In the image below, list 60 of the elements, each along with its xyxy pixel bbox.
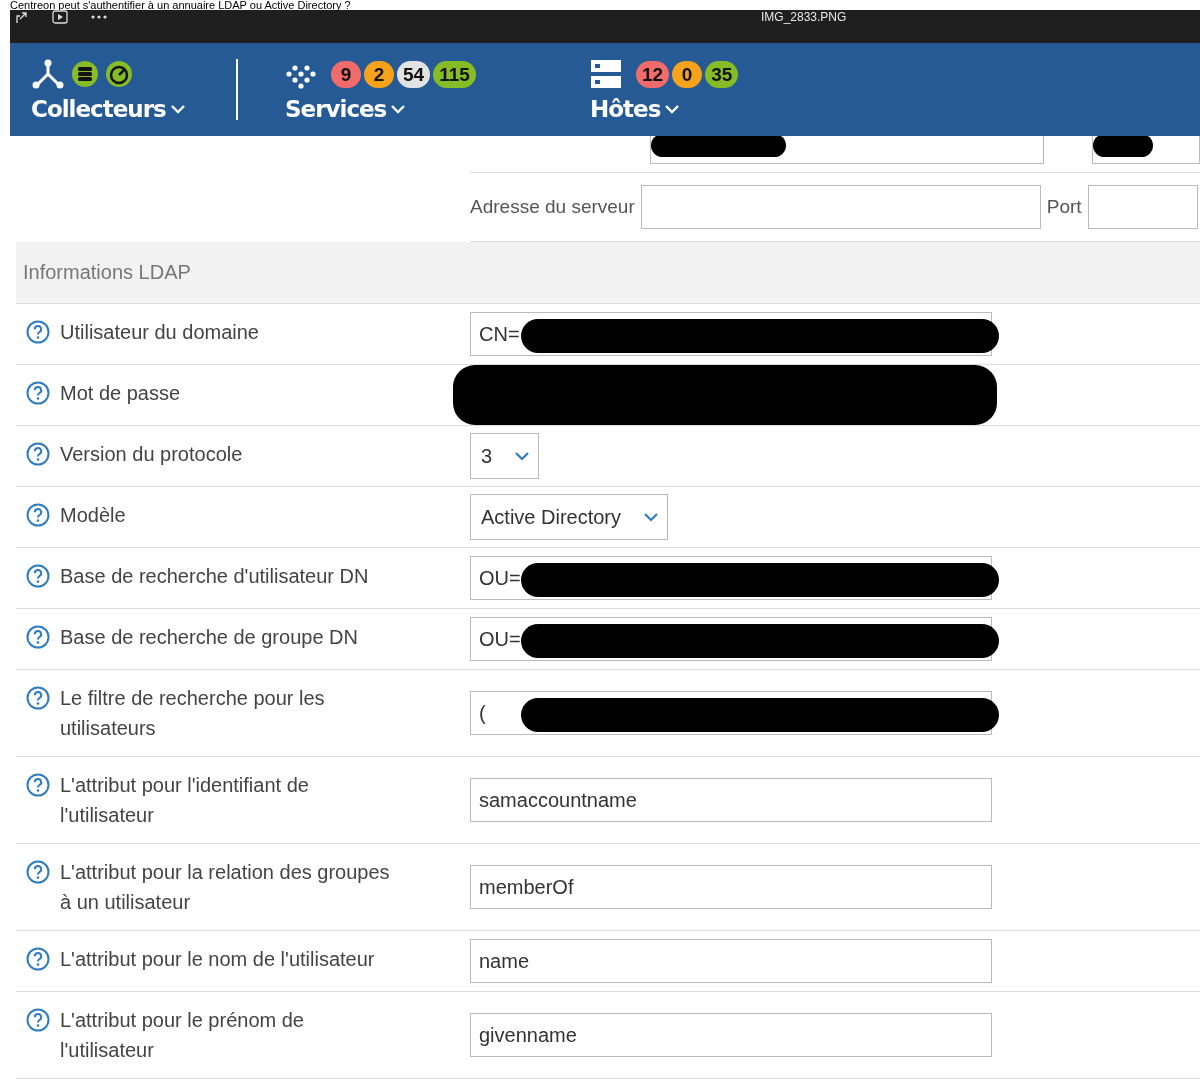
menu-dropdown[interactable]: Hôtes (590, 96, 681, 122)
status-count-badge[interactable]: 35 (705, 60, 739, 88)
chevron-down-icon (390, 104, 407, 114)
database-status-icon[interactable] (71, 60, 99, 88)
menu-dropdown[interactable]: Collecteurs (31, 96, 186, 122)
dropdown[interactable]: 3 (470, 433, 540, 479)
help-icon[interactable] (26, 503, 50, 527)
field-label: Utilisateur du domaine (60, 321, 259, 343)
field-label: Port (1046, 196, 1082, 218)
chevron-down-icon (169, 104, 186, 114)
port-field[interactable] (1087, 185, 1198, 229)
field-label: L'attribut pour la relation des groupes à un utilisateur (60, 861, 390, 913)
dropdown[interactable]: Active Directory (470, 494, 669, 540)
help-icon[interactable] (26, 564, 50, 588)
field-label: Le filtre de recherche pour les utilisateurs (60, 687, 325, 739)
field-label: Modèle (60, 504, 126, 526)
network-icon[interactable] (31, 58, 65, 90)
field-label: Base de recherche d'utilisateur DN (60, 565, 369, 587)
text-field[interactable]: name (470, 939, 992, 983)
help-icon[interactable] (26, 686, 50, 710)
server-icon[interactable] (590, 58, 622, 90)
file-name: IMG_2833.PNG (761, 10, 847, 24)
share-icon[interactable] (16, 10, 30, 24)
help-icon[interactable] (26, 947, 50, 971)
field-label: L'attribut pour le prénom de l'utilisateur (60, 1009, 304, 1061)
help-icon[interactable] (26, 860, 50, 884)
status-count-badge[interactable]: 12 (636, 60, 670, 88)
gauge-status-icon[interactable] (105, 60, 133, 88)
chevron-down-icon (514, 451, 531, 461)
field-label: L'attribut pour le nom de l'utilisateur (60, 948, 375, 970)
status-count-badge[interactable]: 9 (331, 60, 361, 88)
redaction-mark (1092, 136, 1153, 157)
menu-dropdown[interactable]: Services (285, 96, 407, 122)
field-label: L'attribut pour l'identifiant de l'utilisateur (60, 774, 309, 826)
section-title: Informations LDAP (23, 261, 191, 284)
text-field[interactable]: memberOf (470, 865, 992, 909)
status-count-badge[interactable]: 54 (397, 60, 431, 88)
chevron-down-icon (643, 512, 660, 522)
field-label: Version du protocole (60, 443, 243, 465)
port-field[interactable] (1091, 136, 1200, 164)
field-label: Mot de passe (60, 382, 181, 404)
help-icon[interactable] (26, 442, 50, 466)
status-count-badge[interactable]: 115 (433, 60, 476, 88)
address-field[interactable] (640, 185, 1041, 229)
text-field[interactable]: givenname (470, 1013, 992, 1057)
more-icon[interactable] (90, 14, 108, 20)
text-field[interactable]: samaccountname (470, 778, 992, 822)
status-count-badge[interactable]: 2 (364, 60, 394, 88)
caption-text: Centreon peut s'authentifier à un annuaire LDAP ou Active Directory ? (9, 0, 352, 10)
address-field[interactable] (650, 136, 1044, 164)
field-label: Base de recherche de groupe DN (60, 626, 358, 648)
help-icon[interactable] (26, 320, 50, 344)
help-icon[interactable] (26, 625, 50, 649)
help-icon[interactable] (26, 773, 50, 797)
status-count-badge[interactable]: 0 (672, 60, 703, 88)
play-icon[interactable] (52, 10, 68, 24)
help-icon[interactable] (26, 1008, 50, 1032)
chevron-down-icon (664, 104, 681, 114)
help-icon[interactable] (26, 381, 50, 405)
field-label: Adresse du serveur (470, 196, 635, 218)
